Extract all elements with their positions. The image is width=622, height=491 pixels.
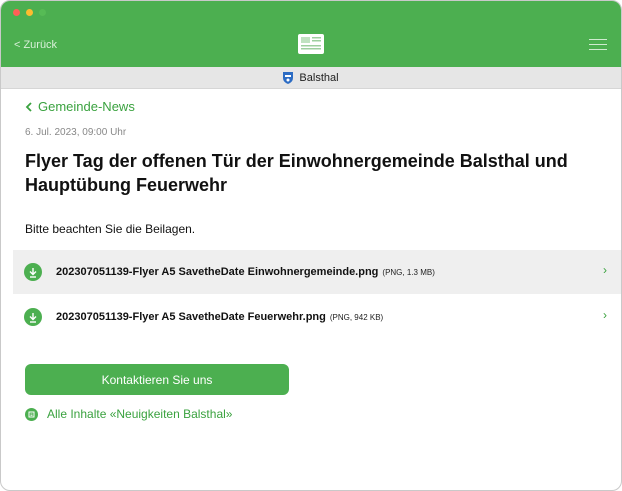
minimize-window-button[interactable] [26, 9, 33, 16]
chevron-left-icon [25, 101, 32, 112]
all-content-link[interactable]: Alle Inhalte «Neuigkeiten Balsthal» [25, 407, 232, 421]
article-title: Flyer Tag der offenen Tür der Einwohnerg… [25, 151, 568, 195]
attachment-name: 202307051139-Flyer A5 SavetheDate Feuerw… [56, 311, 326, 323]
all-content-label: Alle Inhalte «Neuigkeiten Balsthal» [47, 407, 233, 421]
location-bar: Balsthal [1, 67, 621, 89]
download-icon [24, 308, 42, 326]
attachment-name: 202307051139-Flyer A5 SavetheDate Einwoh… [56, 266, 379, 278]
book-icon [25, 407, 38, 421]
gemeinde-news-label: Gemeinde-News [38, 99, 135, 114]
chevron-left-icon: < [14, 39, 21, 51]
gemeinde-news-link[interactable]: Gemeinde-News [25, 99, 135, 114]
close-window-button[interactable] [13, 9, 20, 16]
chevron-right-icon: › [603, 308, 607, 322]
zoom-window-button[interactable] [39, 9, 46, 16]
location-name: Balsthal [299, 71, 339, 84]
attachment-meta: (PNG, 942 KB) [329, 312, 384, 322]
contact-button[interactable]: Kontaktieren Sie uns [25, 364, 289, 395]
download-icon [24, 263, 42, 281]
hamburger-menu-icon[interactable] [589, 39, 607, 51]
chevron-right-icon: › [603, 263, 607, 277]
coat-of-arms-icon [283, 71, 294, 84]
title-bar: < Zurück [1, 1, 621, 67]
article-date: 6. Jul. 2023, 09:00 Uhr [25, 127, 127, 138]
attachment-row[interactable]: 202307051139-Flyer A5 SavetheDate Feuerw… [13, 295, 621, 339]
back-button-label: Zurück [23, 39, 58, 51]
attachment-row[interactable]: 202307051139-Flyer A5 SavetheDate Einwoh… [13, 250, 621, 294]
attachment-meta: (PNG, 1.3 MB) [382, 267, 435, 277]
newspaper-icon [298, 34, 324, 54]
back-button[interactable]: < Zurück [14, 39, 57, 51]
article-body: Bitte beachten Sie die Beilagen. [25, 222, 196, 236]
app-window: < Zurück Balsthal Gemeinde-News 6. Jul. … [0, 0, 622, 491]
